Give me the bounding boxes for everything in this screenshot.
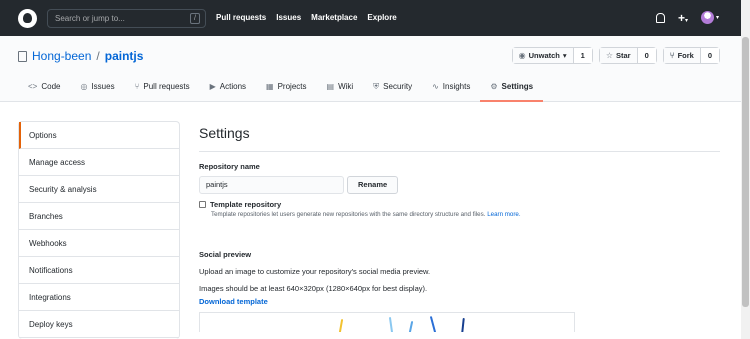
tab-label: Pull requests <box>143 82 190 91</box>
sidebar-item-notifications[interactable]: Notifications <box>19 257 179 284</box>
template-repo-row: Template repository <box>199 200 720 209</box>
gear-icon: ⚙ <box>490 82 498 91</box>
sidebar-item-manage-access[interactable]: Manage access <box>19 149 179 176</box>
star-label: Star <box>615 51 631 60</box>
book-icon: ▤ <box>326 82 335 91</box>
eye-icon: ◉ <box>518 51 526 60</box>
star-button[interactable]: ☆ Star <box>599 48 637 63</box>
repo-title: Hong-been / paintjs <box>18 49 143 63</box>
header-actions: +▾ ▾ <box>655 11 719 24</box>
shield-icon: ⛨ <box>373 82 380 91</box>
github-logo-icon[interactable] <box>18 8 37 28</box>
sidebar-item-deploy-keys[interactable]: Deploy keys <box>19 311 179 338</box>
repo-separator: / <box>96 49 100 63</box>
project-icon: ▦ <box>266 82 274 91</box>
tab-label: Wiki <box>338 82 354 91</box>
tab-actions[interactable]: ▶ Actions <box>200 82 256 102</box>
download-template-link[interactable]: Download template <box>199 297 720 306</box>
fork-label: Fork <box>677 51 694 60</box>
sidebar-item-branches[interactable]: Branches <box>19 203 179 230</box>
tab-projects[interactable]: ▦ Projects <box>256 82 316 102</box>
create-new-menu[interactable]: +▾ <box>678 12 688 24</box>
star-icon: ☆ <box>605 51 613 60</box>
tab-code[interactable]: <> Code <box>28 82 70 102</box>
sidebar-item-webhooks[interactable]: Webhooks <box>19 230 179 257</box>
unwatch-button[interactable]: ◉ Unwatch ▾ <box>512 48 573 63</box>
settings-main: Settings Repository name paintjs Rename … <box>199 121 720 332</box>
chevron-down-icon: ▾ <box>684 17 688 24</box>
play-icon: ▶ <box>209 82 216 91</box>
sidebar-item-integrations[interactable]: Integrations <box>19 284 179 311</box>
tab-label: Actions <box>219 82 247 91</box>
settings-sidebar: Options Manage access Security & analysi… <box>18 121 180 339</box>
chevron-down-icon: ▾ <box>715 15 719 21</box>
repo-name-input[interactable]: paintjs <box>199 176 344 194</box>
repo-name-label: Repository name <box>199 162 260 171</box>
tab-label: Insights <box>442 82 471 91</box>
fork-count[interactable]: 0 <box>699 48 719 63</box>
repo-tabs: <> Code ◎ Issues ⑂ Pull requests ▶ Actions ▦… <box>28 82 544 102</box>
tab-insights[interactable]: ∿ Insights <box>422 82 480 102</box>
global-header: Search or jump to... / Pull requests Iss… <box>0 0 750 36</box>
sidebar-item-options[interactable]: Options <box>19 122 179 149</box>
user-menu[interactable]: ▾ <box>700 11 719 24</box>
nav-pull-requests[interactable]: Pull requests <box>216 13 266 22</box>
rename-button[interactable]: Rename <box>347 176 399 194</box>
nav-marketplace[interactable]: Marketplace <box>311 13 357 22</box>
star-group: ☆ Star 0 <box>598 47 657 64</box>
repo-icon <box>18 50 27 62</box>
tab-settings[interactable]: ⚙ Settings <box>480 82 544 102</box>
tab-issues[interactable]: ◎ Issues <box>70 82 124 102</box>
social-preview-title: Social preview <box>199 250 252 259</box>
tab-label: Security <box>383 82 413 91</box>
pull-request-icon: ⑂ <box>134 82 140 91</box>
repo-actions: ◉ Unwatch ▾ 1 ☆ Star 0 ⑂ Fork 0 <box>511 47 720 64</box>
social-preview-section: Social preview Upload an image to custom… <box>199 250 720 332</box>
tab-label: Code <box>41 82 61 91</box>
global-nav: Pull requests Issues Marketplace Explore <box>216 13 397 22</box>
nav-explore[interactable]: Explore <box>367 13 396 22</box>
repo-owner-link[interactable]: Hong-been <box>32 49 91 63</box>
tab-pull-requests[interactable]: ⑂ Pull requests <box>125 82 200 102</box>
fork-button[interactable]: ⑂ Fork <box>663 48 700 63</box>
search-input[interactable]: Search or jump to... / <box>47 9 206 28</box>
rename-row: paintjs Rename <box>199 176 720 194</box>
page-scrollbar[interactable] <box>741 0 750 339</box>
issue-icon: ◎ <box>80 82 88 91</box>
tab-wiki[interactable]: ▤ Wiki <box>317 82 364 102</box>
template-repo-checkbox[interactable] <box>199 201 206 208</box>
page-title: Settings <box>199 121 720 152</box>
fork-group: ⑂ Fork 0 <box>662 47 720 64</box>
unwatch-group: ◉ Unwatch ▾ 1 <box>511 47 593 64</box>
repo-name-link[interactable]: paintjs <box>105 49 144 63</box>
tab-label: Projects <box>277 82 307 91</box>
plus-icon: + <box>677 10 685 25</box>
star-count[interactable]: 0 <box>636 48 656 63</box>
code-icon: <> <box>28 82 38 91</box>
search-shortcut-key: / <box>190 13 200 24</box>
avatar <box>700 11 714 24</box>
learn-more-link[interactable]: Learn more. <box>487 211 520 218</box>
template-note-text: Template repositories let users generate… <box>211 211 486 218</box>
tab-security[interactable]: ⛨ Security <box>363 82 422 102</box>
graph-icon: ∿ <box>432 82 439 91</box>
watch-count[interactable]: 1 <box>572 48 592 63</box>
sidebar-item-security-analysis[interactable]: Security & analysis <box>19 176 179 203</box>
template-repo-note: Template repositories let users generate… <box>211 211 720 218</box>
chevron-down-icon: ▾ <box>562 51 567 60</box>
social-preview-description: Upload an image to customize your reposi… <box>199 267 431 276</box>
tab-label: Issues <box>91 82 115 91</box>
tab-label: Settings <box>501 82 534 91</box>
scrollbar-thumb[interactable] <box>742 37 749 307</box>
social-preview-size-note: Images should be at least 640×320px (128… <box>199 284 428 293</box>
fork-icon: ⑂ <box>669 51 675 60</box>
template-repo-label[interactable]: Template repository <box>210 200 281 209</box>
bell-icon[interactable] <box>655 12 665 23</box>
unwatch-label: Unwatch <box>528 51 560 60</box>
social-preview-image[interactable] <box>199 312 575 332</box>
search-placeholder: Search or jump to... <box>55 14 125 23</box>
nav-issues[interactable]: Issues <box>276 13 301 22</box>
